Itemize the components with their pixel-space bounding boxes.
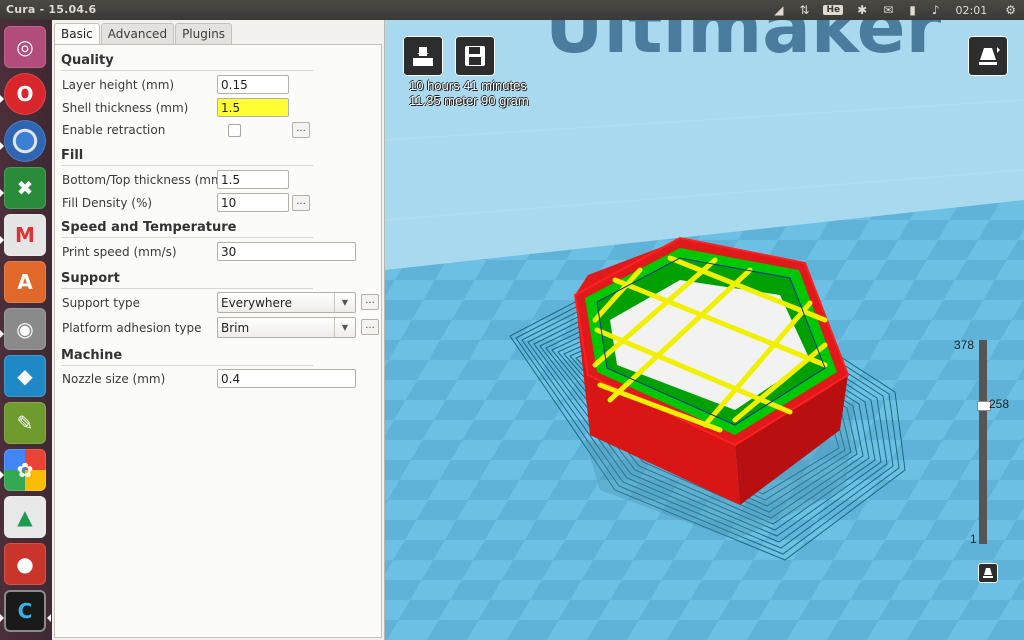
retraction-settings-button[interactable]: ... (292, 122, 310, 138)
support-type-select[interactable]: Everywhere ▼ (217, 292, 356, 313)
layer-max-label: 378 (954, 338, 975, 352)
support-settings-button[interactable]: ... (361, 294, 379, 310)
google-drive-icon[interactable]: ▲ (4, 496, 46, 538)
power-gear-icon[interactable]: ⚙ (1005, 3, 1016, 17)
fill-density-label: Fill Density (%) (62, 196, 153, 210)
platform-adhesion-value: Brim (221, 321, 250, 335)
tab-advanced[interactable]: Advanced (100, 23, 175, 44)
platform-adhesion-label: Platform adhesion type (62, 321, 202, 335)
retraction-checkbox[interactable] (228, 124, 241, 137)
save-gcode-button[interactable] (455, 36, 495, 76)
kodi-icon[interactable]: ◆ (4, 355, 46, 397)
view-mode-icon (979, 47, 1000, 65)
mail-icon[interactable]: ✉ (883, 3, 893, 17)
layer-view-button[interactable] (978, 563, 998, 583)
load-model-button[interactable] (403, 36, 443, 76)
chromium-icon[interactable] (4, 120, 46, 162)
photos-icon[interactable]: ✿ (4, 449, 46, 491)
cura-icon[interactable]: C (4, 590, 46, 632)
section-quality: Quality (61, 53, 114, 68)
gmail-icon[interactable]: M (4, 214, 46, 256)
layer-current-label: 258 (989, 396, 1010, 411)
chevron-down-icon: ▼ (334, 318, 355, 337)
nozzle-size-input[interactable]: 0.4 (217, 369, 356, 388)
paint-icon[interactable]: ✎ (4, 402, 46, 444)
section-fill: Fill (61, 148, 84, 163)
tab-basic[interactable]: Basic (54, 23, 100, 46)
ubuntu-icon[interactable]: ◎ (4, 26, 46, 68)
software-center-icon[interactable]: A (4, 261, 46, 303)
recorder-icon[interactable]: ● (4, 543, 46, 585)
material-usage-text: 11.35 meter 90 gram (409, 93, 529, 108)
platform-adhesion-select[interactable]: Brim ▼ (217, 317, 356, 338)
settings-panel: Basic Advanced Plugins Quality Layer hei… (52, 20, 385, 640)
bottom-top-thickness-input[interactable]: 1.5 (217, 170, 289, 189)
battery-icon[interactable]: ▮ (909, 3, 916, 17)
basic-tab-page: Quality Layer height (mm) 0.15 Shell thi… (54, 44, 382, 638)
bluetooth-icon[interactable]: ✱ (857, 3, 867, 17)
support-type-value: Everywhere (221, 296, 292, 310)
retraction-label: Enable retraction (62, 123, 166, 137)
camera-icon[interactable]: ◉ (4, 308, 46, 350)
section-speed-temperature: Speed and Temperature (61, 220, 237, 235)
watermark: Ultimaker (545, 20, 942, 69)
layer-view-icon (983, 568, 993, 578)
clock[interactable]: 02:01 (956, 4, 988, 17)
3d-viewport[interactable]: Ultimaker 10 hours 41 minutes 11.35 mete… (385, 20, 1024, 640)
save-icon (465, 46, 485, 66)
layer-slider[interactable] (979, 340, 987, 544)
top-panel: Cura - 15.04.6 ◢ ⇅ He ✱ ✉ ▮ ♪ 02:01 ⚙ (0, 0, 1024, 20)
layer-height-input[interactable]: 0.15 (217, 75, 289, 94)
print-speed-label: Print speed (mm/s) (62, 245, 177, 259)
unity-launcher: ◎ O ✖ M A ◉ ◆ ✎ ✿ ▲ ● C (0, 20, 52, 640)
tab-plugins[interactable]: Plugins (175, 23, 233, 44)
support-type-label: Support type (62, 296, 141, 310)
shell-thickness-input[interactable]: 1.5 (217, 98, 289, 117)
layer-height-label: Layer height (mm) (62, 78, 175, 92)
window-title: Cura - 15.04.6 (6, 3, 97, 16)
opera-icon[interactable]: O (4, 73, 46, 115)
view-mode-button[interactable] (968, 36, 1008, 76)
bottom-top-thickness-label: Bottom/Top thickness (mm) (62, 173, 228, 187)
adhesion-settings-button[interactable]: ... (361, 319, 379, 335)
nozzle-size-label: Nozzle size (mm) (62, 372, 166, 386)
print-speed-input[interactable]: 30 (217, 242, 356, 261)
print-scene[interactable]: Ultimaker (385, 20, 1024, 640)
print-time-text: 10 hours 41 minutes (409, 78, 527, 93)
layer-min-label: 1 (970, 532, 977, 546)
xsane-icon[interactable]: ✖ (4, 167, 46, 209)
volume-icon[interactable]: ♪ (932, 3, 940, 17)
shell-thickness-label: Shell thickness (mm) (62, 101, 189, 115)
keyboard-layout-indicator[interactable]: He (823, 5, 844, 15)
system-tray: ◢ ⇅ He ✱ ✉ ▮ ♪ 02:01 ⚙ (766, 0, 1024, 20)
fill-density-input[interactable]: 10 (217, 193, 289, 212)
wifi-icon[interactable]: ◢ (774, 3, 783, 17)
section-machine: Machine (61, 348, 123, 363)
load-icon (413, 47, 433, 66)
settings-tabs: Basic Advanced Plugins (54, 23, 233, 46)
fill-settings-button[interactable]: ... (292, 195, 310, 211)
chevron-down-icon: ▼ (334, 293, 355, 312)
network-transfer-icon[interactable]: ⇅ (799, 3, 809, 17)
section-support: Support (61, 271, 120, 286)
